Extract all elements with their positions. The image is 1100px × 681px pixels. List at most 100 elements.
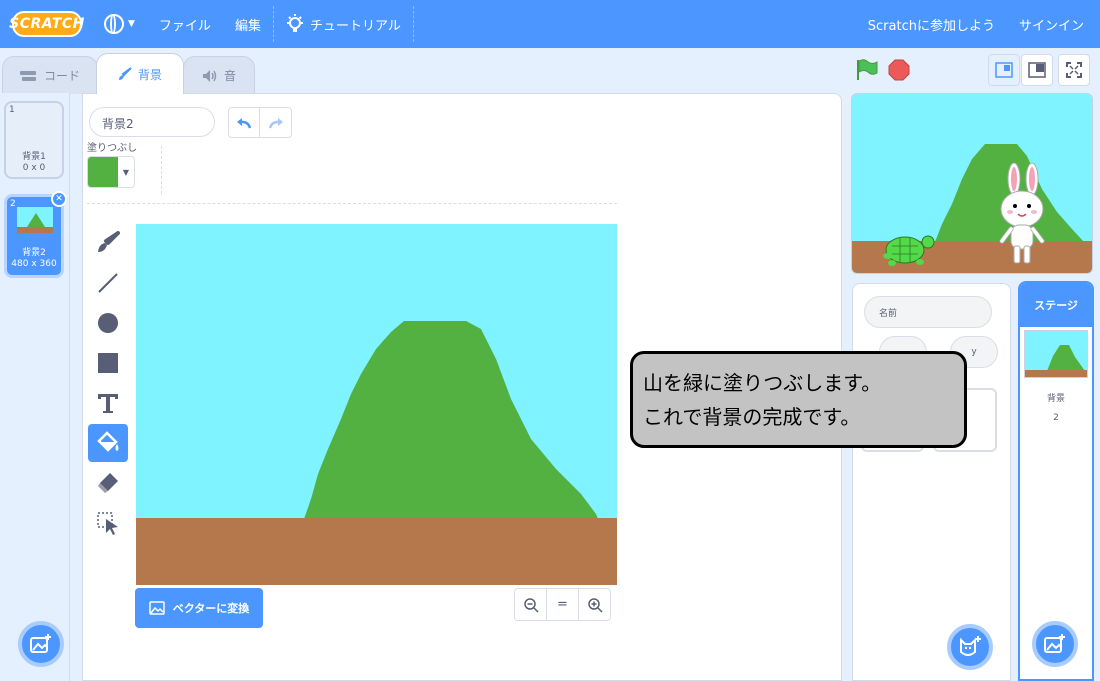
brush-icon [98,231,120,252]
fullscreen-button[interactable] [1058,54,1090,86]
canvas-ground [136,518,617,585]
stage-view[interactable] [851,93,1093,274]
stage-header: ステージ [1020,283,1092,327]
speaker-icon [202,69,217,82]
join-scratch-link[interactable]: Scratchに参加しよう [856,0,1007,48]
add-image-icon [1044,634,1065,653]
tab-sounds-label: 音 [223,69,236,83]
add-backdrop-button[interactable] [18,621,64,667]
normal-stage-button[interactable] [1021,54,1053,86]
add-image-icon [30,634,51,653]
zoom-out-icon [523,597,539,613]
backdrop-list: 1 背景1 0 x 0 2 ✕ 背景2 480 x 360 [0,93,70,681]
line-icon [98,273,118,293]
fill-tool[interactable] [88,424,128,462]
backdrop-size: 480 x 360 [11,259,57,269]
instruction-callout: 山を緑に塗りつぶします。 これで背景の完成です。 [630,351,967,448]
undo-redo-group [228,107,292,138]
callout-line-1: 山を緑に塗りつぶします。 [643,371,882,395]
select-tool[interactable] [88,504,128,542]
backdrop-item-1[interactable]: 1 背景1 0 x 0 [4,101,64,179]
stop-icon [888,59,910,81]
backdrop-size: 0 x 0 [22,163,46,173]
fill-color-picker[interactable]: ▼ [87,156,135,188]
signin-link[interactable]: サインイン [1007,0,1100,48]
y-label: y [971,347,977,357]
cat-icon [960,636,981,656]
choose-backdrop-button[interactable] [1032,621,1078,667]
stage-backdrops-count: 2 [1053,413,1059,423]
choose-sprite-button[interactable] [947,624,993,670]
tab-backdrops[interactable]: 背景 [96,53,184,94]
tab-backdrops-label: 背景 [137,67,162,82]
backdrop-name: 背景1 [22,152,46,162]
chevron-down-icon: ▼ [122,167,130,177]
text-icon [98,394,118,413]
backdrop-name: 背景2 [22,248,46,258]
paint-bucket-icon [97,431,119,452]
backdrop-name-input[interactable]: 背景2 [89,107,215,137]
globe-icon [104,14,124,34]
small-stage-icon [995,62,1013,78]
brush-icon [118,67,132,80]
zoom-controls: = [514,588,611,621]
sprite-info-pane: 名前 y [852,283,1011,681]
convert-to-vector-button[interactable]: ベクターに変換 [135,588,263,628]
tutorials-menu[interactable]: チュートリアル [274,0,413,48]
backdrop-item-2[interactable]: 2 ✕ 背景2 480 x 360 [4,191,67,278]
redo-icon [268,117,283,128]
lightbulb-icon [286,14,303,32]
scratch-logo[interactable]: SCRATCH [9,11,84,37]
sprite-name-label: 名前 [879,308,898,319]
menu-bar: SCRATCH ▼ ファイル 編集 チュートリアル Scratchに参加しよう … [0,0,1100,48]
eraser-tool[interactable] [88,464,128,502]
select-icon [97,512,118,535]
zoom-in-icon [587,597,603,613]
code-icon [19,70,36,81]
eraser-icon [98,473,118,493]
stage-backdrops-label: 背景 [1046,394,1065,404]
small-stage-button[interactable] [988,54,1020,86]
text-tool[interactable] [88,384,128,422]
menu-divider [412,6,414,42]
paint-canvas[interactable] [136,224,617,585]
undo-button[interactable] [229,108,261,137]
fill-color-swatch [88,157,118,187]
file-menu[interactable]: ファイル [147,0,223,48]
delete-icon[interactable]: ✕ [51,191,67,207]
backdrop-number: 2 [10,199,16,209]
rectangle-icon [98,353,118,373]
tab-sounds[interactable]: 音 [183,56,255,94]
backdrop-number: 1 [9,105,15,115]
green-flag-button[interactable] [855,58,879,82]
fill-label: 塗りつぶし [87,143,138,154]
divider [161,146,162,194]
line-tool[interactable] [88,264,128,302]
backdrop-thumbnail [17,207,53,233]
sprite-name-field[interactable]: 名前 [864,296,992,328]
convert-label: ベクターに変換 [172,602,250,615]
green-flag-icon [857,59,878,80]
stage-thumbnail [1024,330,1088,378]
zoom-out-button[interactable] [515,589,547,620]
stage-target-pane[interactable]: ステージ 背景 2 [1018,281,1094,681]
stop-button[interactable] [887,58,911,82]
undo-icon [237,117,252,128]
circle-tool[interactable] [88,304,128,342]
tutorials-label: チュートリアル [309,18,401,34]
rectangle-tool[interactable] [88,344,128,382]
zoom-reset-button[interactable]: = [547,589,579,620]
language-menu[interactable]: ▼ [92,0,147,48]
edit-menu[interactable]: 編集 [223,0,273,48]
fullscreen-icon [1066,62,1082,78]
divider [87,203,617,204]
normal-stage-icon [1028,62,1046,78]
zoom-in-button[interactable] [579,589,610,620]
image-icon [148,601,165,615]
circle-icon [98,313,118,333]
chevron-down-icon: ▼ [128,19,135,29]
callout-line-2: これで背景の完成です。 [643,405,861,429]
brush-tool[interactable] [88,224,128,262]
redo-button[interactable] [260,108,291,137]
tab-code[interactable]: コード [2,56,98,94]
